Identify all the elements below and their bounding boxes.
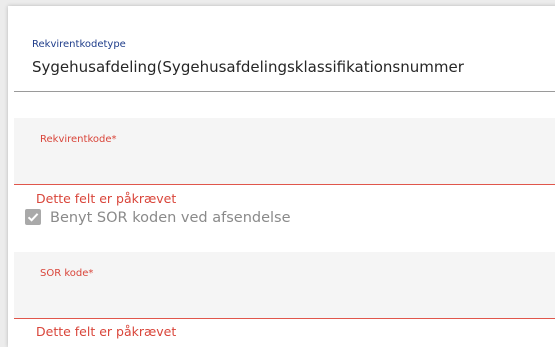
requisition-code-label: Rekvirentkode* — [40, 134, 117, 145]
requisition-code-error: Dette felt er påkrævet — [36, 191, 177, 206]
requisition-type-value: Sygehusafdeling(Sygehusafdelingsklassifi… — [32, 58, 464, 76]
requisition-type-field[interactable]: Rekvirentkodetype Sygehusafdeling(Sygehu… — [14, 11, 555, 92]
requisition-code-input[interactable]: Rekvirentkode* — [14, 118, 555, 185]
use-sor-checkbox[interactable] — [25, 209, 41, 225]
sor-code-error: Dette felt er påkrævet — [36, 324, 177, 339]
sor-code-input[interactable]: SOR kode* — [14, 252, 555, 319]
sor-code-label: SOR kode* — [40, 268, 94, 279]
check-icon — [27, 213, 39, 222]
use-sor-label[interactable]: Benyt SOR koden ved afsendelse — [50, 210, 291, 226]
requisition-type-label: Rekvirentkodetype — [32, 39, 126, 50]
